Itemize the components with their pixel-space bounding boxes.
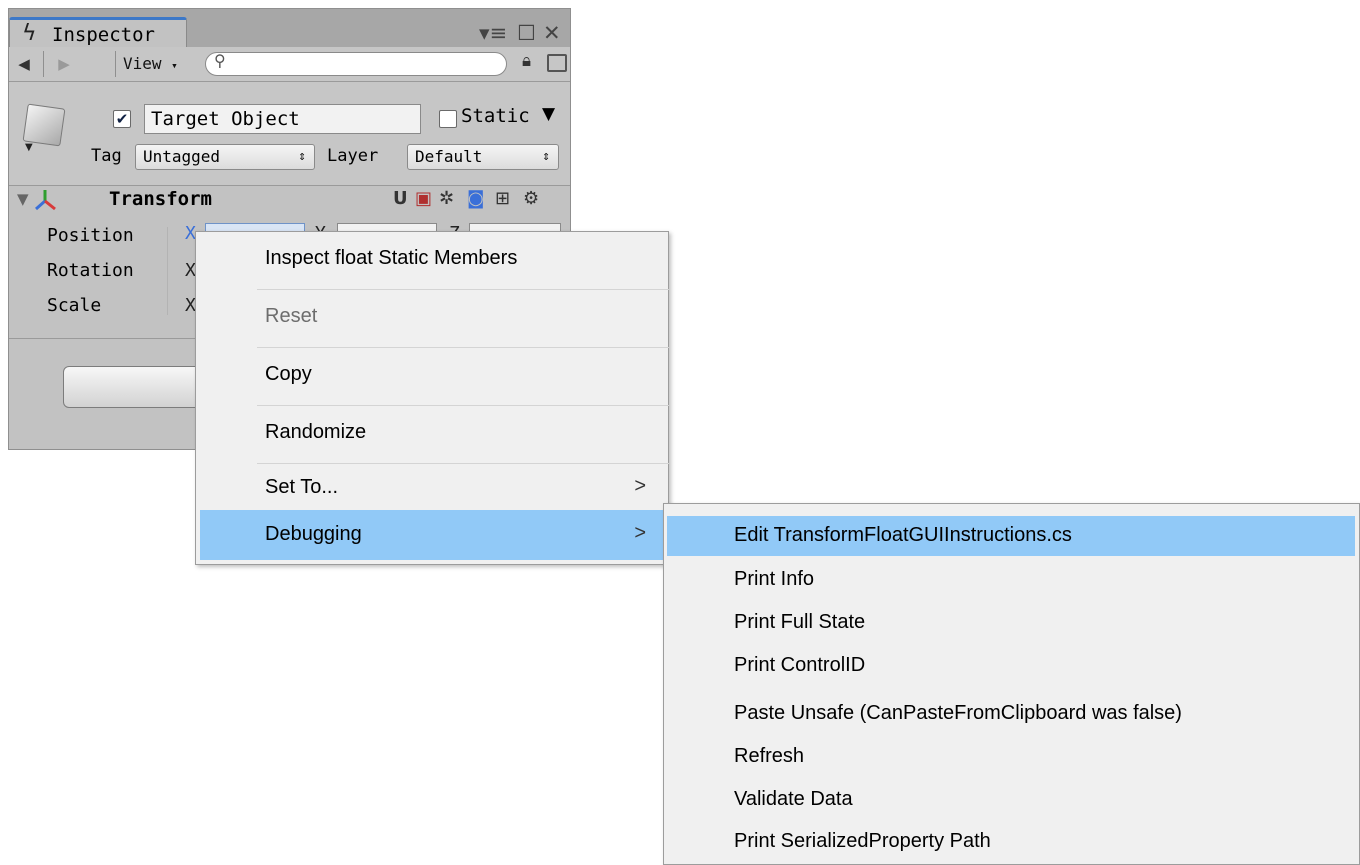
foldout-arrow-icon[interactable]: ▼: [17, 190, 29, 208]
layer-label: Layer: [327, 146, 379, 166]
rotation-label: Rotation: [47, 260, 134, 281]
toolbar: ◀ ▶ View ▾ ⚲ 🔒︎: [9, 47, 570, 82]
menu-item-inspect-static-members[interactable]: Inspect float Static Members: [196, 232, 668, 289]
submenu-item-print-full-state[interactable]: Print Full State: [667, 603, 1355, 643]
menu-item-randomize[interactable]: Randomize: [196, 406, 668, 463]
toolbar-divider: [43, 51, 44, 77]
menu-item-label: Debugging: [265, 523, 362, 545]
context-menu: Inspect float Static Members Reset Copy …: [195, 231, 669, 565]
gameobject-header: ▼ ✔ Target Object Static ▼ Tag Untagged …: [9, 82, 570, 186]
submenu-item-edit-instructions[interactable]: Edit TransformFloatGUIInstructions.cs: [667, 516, 1355, 556]
transform-axis-icon: [35, 190, 56, 211]
submenu-arrow-icon: >: [634, 522, 646, 544]
layer-dropdown[interactable]: Default ⇕: [407, 144, 559, 170]
active-checkbox[interactable]: ✔: [113, 110, 131, 128]
static-dropdown-icon[interactable]: ▼: [542, 104, 555, 124]
dropdown-arrow-icon: ⇕: [298, 149, 306, 164]
lightning-icon: ϟ: [22, 21, 37, 46]
tag-value: Untagged: [143, 147, 221, 166]
submenu-item-print-property-path[interactable]: Print SerializedProperty Path: [667, 822, 1355, 862]
submenu-arrow-icon: >: [634, 475, 646, 497]
tab-label: Inspector: [52, 24, 155, 46]
search-input[interactable]: ⚲: [205, 51, 507, 76]
tab-strip: ϟ Inspector ▾≡ ☐ ✕: [9, 9, 570, 49]
position-label: Position: [47, 225, 134, 246]
view-label: View: [123, 54, 162, 73]
menu-icon[interactable]: ▾≡: [479, 21, 507, 45]
property-divider: [167, 227, 168, 315]
menu-item-label: Set To...: [265, 476, 339, 498]
inspector-tab[interactable]: ϟ Inspector: [9, 17, 187, 49]
layers-icon[interactable]: [547, 54, 567, 72]
object-name-field[interactable]: Target Object: [144, 104, 421, 134]
menu-item-copy[interactable]: Copy: [196, 348, 668, 405]
cube-icon[interactable]: [22, 103, 66, 147]
tag-label: Tag: [91, 146, 122, 166]
dropdown-arrow-icon: ⇕: [542, 149, 550, 164]
submenu-item-paste-unsafe[interactable]: Paste Unsafe (CanPasteFromClipboard was …: [667, 694, 1355, 734]
back-button[interactable]: ◀: [11, 52, 37, 76]
submenu-item-refresh[interactable]: Refresh: [667, 737, 1355, 777]
submenu-item-label: Print ControlID: [734, 654, 866, 676]
maximize-icon[interactable]: ☐: [517, 21, 536, 45]
submenu-item-label: Print Full State: [734, 611, 866, 633]
chevron-down-icon: ▼: [25, 142, 33, 153]
submenu-item-label: Print SerializedProperty Path: [734, 830, 991, 852]
transform-component-header[interactable]: ▼ Transform U ▣ ✲ ◙ ⊞ ⚙: [9, 186, 570, 218]
help-icon[interactable]: ◙: [467, 188, 484, 209]
submenu-item-label: Edit TransformFloatGUIInstructions.cs: [734, 524, 1072, 546]
close-icon[interactable]: ✕: [543, 21, 561, 45]
menu-item-label: Reset: [265, 305, 318, 327]
debugging-submenu: Edit TransformFloatGUIInstructions.cs Pr…: [663, 503, 1360, 865]
submenu-item-label: Print Info: [734, 568, 815, 590]
menu-item-reset[interactable]: Reset: [196, 290, 668, 347]
menu-item-label: Inspect float Static Members: [265, 247, 518, 269]
submenu-item-label: Validate Data: [734, 788, 853, 810]
menu-item-label: Copy: [265, 363, 312, 385]
submenu-item-label: Paste Unsafe (CanPasteFromClipboard was …: [734, 702, 1182, 724]
submenu-item-label: Refresh: [734, 745, 805, 767]
chevron-down-icon: ▾: [171, 59, 178, 72]
gear-icon[interactable]: ⚙: [523, 188, 539, 209]
menu-item-debugging[interactable]: Debugging >: [200, 510, 664, 560]
menu-item-label: Randomize: [265, 421, 367, 443]
toolbar-divider: [115, 51, 116, 77]
static-checkbox[interactable]: [439, 110, 457, 128]
gears-icon[interactable]: ✲: [439, 188, 454, 209]
submenu-item-print-info[interactable]: Print Info: [667, 560, 1355, 600]
tag-dropdown[interactable]: Untagged ⇕: [135, 144, 315, 170]
submenu-item-validate-data[interactable]: Validate Data: [667, 780, 1355, 820]
transform-title: Transform: [109, 188, 212, 210]
static-label: Static: [461, 105, 530, 127]
magnet-icon[interactable]: U: [393, 188, 408, 209]
scale-label: Scale: [47, 295, 102, 316]
lock-icon[interactable]: 🔒︎: [522, 51, 531, 71]
menu-item-set-to[interactable]: Set To... >: [196, 464, 668, 510]
layer-value: Default: [415, 147, 483, 166]
layout-icon[interactable]: ⊞: [495, 188, 510, 209]
view-dropdown[interactable]: View ▾: [123, 52, 178, 76]
submenu-item-print-controlid[interactable]: Print ControlID: [667, 646, 1355, 686]
package-icon[interactable]: ▣: [415, 188, 432, 209]
search-icon: ⚲: [214, 51, 226, 70]
forward-button[interactable]: ▶: [51, 52, 77, 76]
